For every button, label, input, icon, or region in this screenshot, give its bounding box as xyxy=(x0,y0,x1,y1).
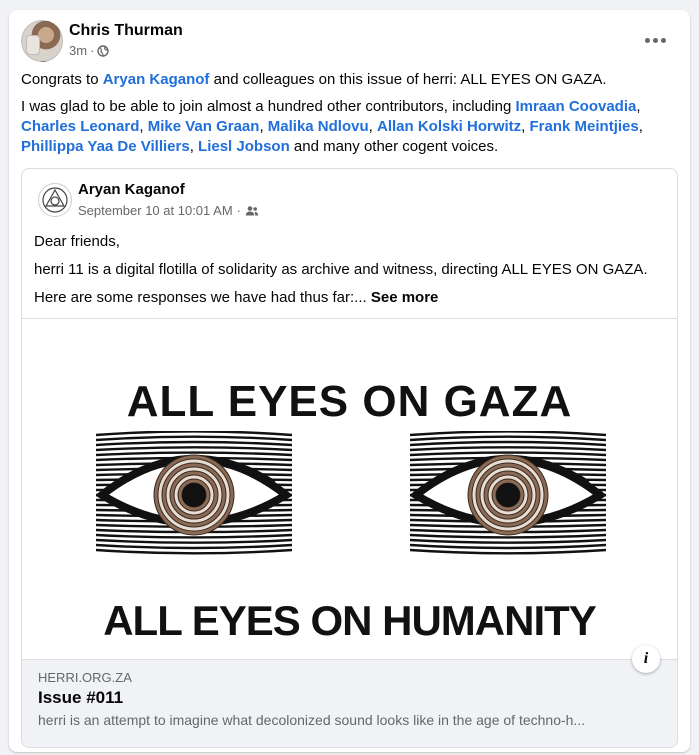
shared-post-meta: September 10 at 10:01 AM · xyxy=(78,203,259,218)
shared-text-line-2: herri 11 is a digital flotilla of solida… xyxy=(34,261,648,278)
post-text-run: and many other cogent voices. xyxy=(289,138,499,155)
post-text-run: , xyxy=(189,138,199,155)
link-domain: HERRI.ORG.ZA xyxy=(38,670,132,685)
post-text-run: and colleagues on this issue of herri: A… xyxy=(209,71,607,88)
shared-author-avatar[interactable] xyxy=(38,183,72,217)
post-meta: 3m · xyxy=(69,43,110,58)
mention-link[interactable]: Allan Kolski Horwitz xyxy=(377,118,521,135)
post-text-run: , xyxy=(636,98,641,115)
meta-separator: · xyxy=(90,43,95,58)
shared-post: Aryan Kaganof September 10 at 10:01 AM ·… xyxy=(21,168,678,748)
post-text-paragraph-2: I was glad to be able to join almost a h… xyxy=(21,97,681,157)
poster-headline-bottom: ALL EYES ON HUMANITY xyxy=(103,597,597,644)
left-eye-illustration xyxy=(96,431,292,555)
mention-link[interactable]: Imraan Coovadia xyxy=(515,98,636,115)
post-header: Chris Thurman 3m · xyxy=(21,20,671,64)
poster-headline-top: ALL EYES ON GAZA xyxy=(126,377,573,426)
meta-separator: · xyxy=(236,203,241,218)
author-avatar[interactable] xyxy=(21,20,63,62)
right-eye-illustration xyxy=(410,431,606,555)
shared-post-date[interactable]: September 10 at 10:01 AM xyxy=(78,203,233,218)
herri-logo-icon xyxy=(42,187,68,213)
mention-link[interactable]: Frank Meintjies xyxy=(530,118,639,135)
feed-post: Chris Thurman 3m · Congrats to Aryan Kag… xyxy=(9,10,690,752)
mention-link[interactable]: Aryan Kaganof xyxy=(103,71,210,88)
see-more-link[interactable]: See more xyxy=(371,289,439,306)
post-text-paragraph-1: Congrats to Aryan Kaganof and colleagues… xyxy=(21,70,681,90)
info-icon[interactable]: i xyxy=(632,645,660,673)
post-text-run: I was glad to be able to join almost a h… xyxy=(21,98,516,115)
friends-icon xyxy=(245,205,259,215)
more-options-button[interactable] xyxy=(637,28,673,52)
link-preview[interactable]: i HERRI.ORG.ZA Issue #011 herri is an at… xyxy=(22,645,677,747)
link-title[interactable]: Issue #011 xyxy=(38,688,123,708)
mention-link[interactable]: Mike Van Graan xyxy=(148,118,260,135)
link-description: herri is an attempt to imagine what deco… xyxy=(38,712,586,728)
mention-link[interactable]: Malika Ndlovu xyxy=(268,118,369,135)
mention-link[interactable]: Phillippa Yaa De Villiers xyxy=(21,138,190,155)
globe-icon xyxy=(97,44,110,57)
shared-text-line-3: Here are some responses we have had thus… xyxy=(34,288,438,308)
mention-link[interactable]: Charles Leonard xyxy=(21,118,139,135)
post-text-run: , xyxy=(638,118,643,135)
post-text-run: , xyxy=(139,118,148,135)
author-name[interactable]: Chris Thurman xyxy=(69,22,183,40)
post-text-run: , xyxy=(368,118,377,135)
poster-image[interactable]: ALL EYES ON GAZA ALL EYES ON HUMANITY xyxy=(22,319,677,659)
post-text-run: , xyxy=(259,118,268,135)
post-text-run: , xyxy=(521,118,530,135)
mention-link[interactable]: Liesl Jobson xyxy=(198,138,290,155)
shared-text-excerpt: Here are some responses we have had thus… xyxy=(34,289,367,306)
shared-text-line-1: Dear friends, xyxy=(34,233,120,250)
post-text-run: Congrats to xyxy=(21,71,103,88)
shared-author-name[interactable]: Aryan Kaganof xyxy=(78,181,185,198)
post-time[interactable]: 3m xyxy=(69,43,87,58)
